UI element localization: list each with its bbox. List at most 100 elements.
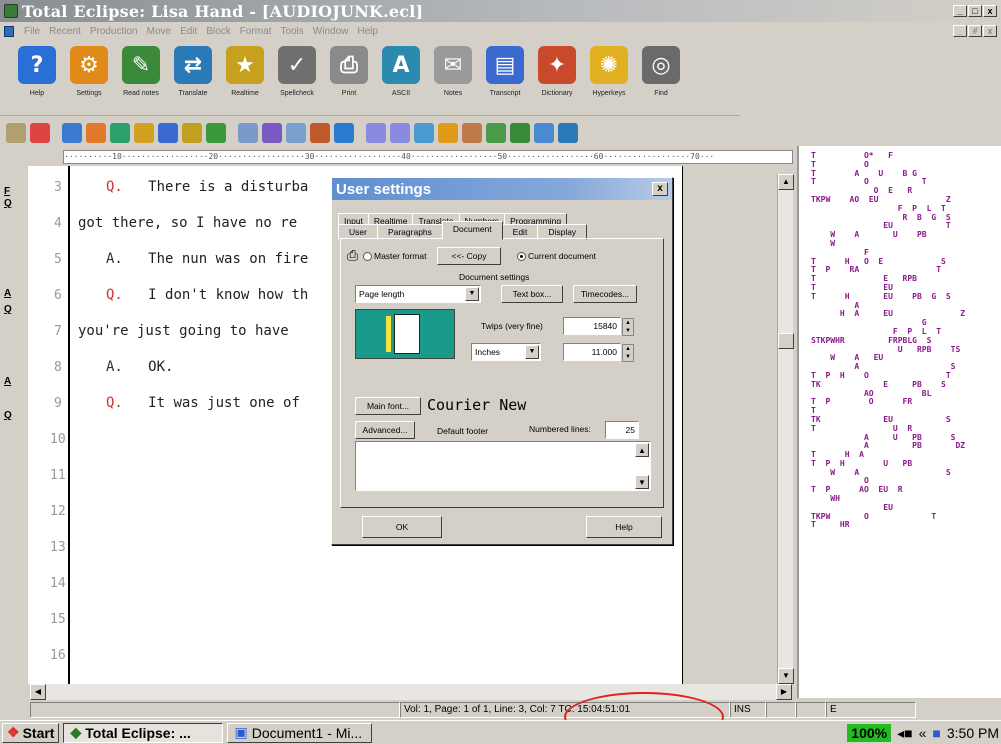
format-tool-icon[interactable] bbox=[238, 123, 258, 143]
vertical-scrollbar[interactable]: ▲ ▼ bbox=[777, 174, 794, 684]
menu-help[interactable]: Help bbox=[357, 26, 378, 37]
toolbar-label: Read notes bbox=[123, 90, 159, 97]
format-tool-icon[interactable] bbox=[414, 123, 434, 143]
format-tool-icon[interactable] bbox=[510, 123, 530, 143]
steno-notes-pane[interactable]: T O* F T O T A U B G T O T O E R TKPW AO… bbox=[797, 146, 1001, 698]
scroll-left-button[interactable]: ◀ bbox=[30, 684, 46, 700]
scroll-up-button[interactable]: ▲ bbox=[778, 174, 794, 190]
help-button[interactable]: Help bbox=[586, 516, 662, 538]
network-icon[interactable]: ◂■ bbox=[897, 725, 912, 742]
twips-input[interactable]: 15840 ▲ ▼ bbox=[563, 317, 634, 336]
menu-move[interactable]: Move bbox=[147, 26, 171, 37]
copy-button[interactable]: <<- Copy bbox=[437, 247, 501, 265]
format-tool-icon[interactable] bbox=[438, 123, 458, 143]
format-tool-icon[interactable] bbox=[6, 123, 26, 143]
transcript-line[interactable]: got there, so I have no re bbox=[78, 215, 297, 231]
toolbar-button-realtime[interactable]: ★ Realtime bbox=[222, 46, 268, 97]
format-tool-icon[interactable] bbox=[534, 123, 554, 143]
spinner-icon[interactable]: ▲ ▼ bbox=[622, 318, 634, 336]
toolbar-button-spellcheck[interactable]: ✓ Spellcheck bbox=[274, 46, 320, 97]
format-tool-icon[interactable] bbox=[182, 123, 202, 143]
scroll-thumb[interactable] bbox=[778, 333, 794, 349]
toolbar-button-settings[interactable]: ⚙ Settings bbox=[66, 46, 112, 97]
format-tool-icon[interactable] bbox=[110, 123, 130, 143]
menu-file[interactable]: File bbox=[24, 26, 40, 37]
menu-tools[interactable]: Tools bbox=[280, 26, 303, 37]
transcript-line[interactable]: Q. It was just one of bbox=[106, 395, 300, 411]
menu-recent[interactable]: Recent bbox=[49, 26, 81, 37]
toolbar-button-hyperkeys[interactable]: ✺ Hyperkeys bbox=[586, 46, 632, 97]
toolbar-button-transcript[interactable]: ▤ Transcript bbox=[482, 46, 528, 97]
maximize-button[interactable]: □ bbox=[968, 5, 982, 17]
format-tool-icon[interactable] bbox=[86, 123, 106, 143]
transcript-line[interactable]: Q. There is a disturba bbox=[106, 179, 308, 195]
transcript-line[interactable]: you're just going to have bbox=[78, 323, 289, 339]
toolbar-button-help[interactable]: ? Help bbox=[14, 46, 60, 97]
menu-window[interactable]: Window bbox=[313, 26, 349, 37]
textarea-scroll-down[interactable]: ▼ bbox=[635, 475, 649, 489]
format-tool-icon[interactable] bbox=[206, 123, 226, 143]
format-tool-icon[interactable] bbox=[366, 123, 386, 143]
ok-button[interactable]: OK bbox=[362, 516, 442, 538]
format-tool-icon[interactable] bbox=[310, 123, 330, 143]
format-tool-icon[interactable] bbox=[62, 123, 82, 143]
footer-textarea[interactable]: ▲ ▼ bbox=[355, 441, 651, 491]
advanced-button[interactable]: Advanced... bbox=[355, 421, 415, 439]
dropdown-arrow-icon[interactable]: ▼ bbox=[465, 287, 479, 301]
menu-block[interactable]: Block bbox=[206, 26, 230, 37]
format-tool-icon[interactable] bbox=[334, 123, 354, 143]
transcript-line[interactable]: A. OK. bbox=[106, 359, 173, 375]
tab-document[interactable]: Document bbox=[441, 221, 503, 240]
format-tool-icon[interactable] bbox=[390, 123, 410, 143]
ruler[interactable]: ··········10··················20········… bbox=[63, 150, 793, 164]
transcript-line[interactable]: Q. I don't know how th bbox=[106, 287, 308, 303]
current-document-radio[interactable]: Current document bbox=[517, 251, 596, 262]
menu-production[interactable]: Production bbox=[90, 26, 138, 37]
format-tool-icon[interactable] bbox=[158, 123, 178, 143]
format-tool-icon[interactable] bbox=[262, 123, 282, 143]
format-tool-icon[interactable] bbox=[486, 123, 506, 143]
text-box-button[interactable]: Text box... bbox=[501, 285, 563, 303]
task-document1[interactable]: ▣ Document1 - Mi... bbox=[227, 722, 373, 743]
dialog-title-bar[interactable]: User settings x bbox=[332, 178, 672, 200]
main-font-button[interactable]: Main font... bbox=[355, 397, 421, 415]
units-select[interactable]: Inches ▼ bbox=[471, 343, 541, 361]
format-tool-icon[interactable] bbox=[462, 123, 482, 143]
setting-select[interactable]: Page length ▼ bbox=[355, 285, 481, 303]
minimize-button[interactable]: _ bbox=[953, 5, 967, 17]
format-tool-icon[interactable] bbox=[134, 123, 154, 143]
toolbar-button-notes[interactable]: ✉ Notes bbox=[430, 46, 476, 97]
menu-edit[interactable]: Edit bbox=[180, 26, 197, 37]
dropdown-arrow-icon[interactable]: ▼ bbox=[525, 345, 539, 359]
document-icon[interactable] bbox=[4, 25, 14, 37]
start-button[interactable]: ❖ Start bbox=[2, 722, 60, 743]
menu-format[interactable]: Format bbox=[240, 26, 272, 37]
task-total-eclipse[interactable]: ◆ Total Eclipse: ... bbox=[63, 722, 224, 743]
format-tool-icon[interactable] bbox=[558, 123, 578, 143]
textarea-scroll-up[interactable]: ▲ bbox=[635, 443, 649, 457]
zoom-indicator[interactable]: 100% bbox=[847, 724, 892, 742]
doc-close-button[interactable]: x bbox=[983, 25, 997, 37]
scroll-down-button[interactable]: ▼ bbox=[778, 668, 794, 684]
scroll-right-button[interactable]: ▶ bbox=[776, 684, 792, 700]
toolbar-button-ascii[interactable]: A ASCII bbox=[378, 46, 424, 97]
timecodes-button[interactable]: Timecodes... bbox=[573, 285, 637, 303]
toolbar-button-print[interactable]: ⎙ Print bbox=[326, 46, 372, 97]
inches-input[interactable]: 11.000 ▲ ▼ bbox=[563, 343, 634, 362]
spinner-icon[interactable]: ▲ ▼ bbox=[622, 344, 634, 362]
numbered-lines-input[interactable]: 25 bbox=[605, 421, 639, 439]
toolbar-button-dictionary[interactable]: ✦ Dictionary bbox=[534, 46, 580, 97]
toolbar-button-translate[interactable]: ⇄ Translate bbox=[170, 46, 216, 97]
shield-tray-icon[interactable]: ■ bbox=[932, 725, 940, 741]
master-format-radio[interactable]: Master format bbox=[363, 251, 426, 262]
transcript-line[interactable]: A. The nun was on fire bbox=[106, 251, 308, 267]
dialog-close-button[interactable]: x bbox=[652, 182, 668, 196]
format-tool-icon[interactable] bbox=[286, 123, 306, 143]
close-button[interactable]: x bbox=[983, 5, 997, 17]
format-tool-icon[interactable] bbox=[30, 123, 50, 143]
chevron-left-icon[interactable]: « bbox=[919, 725, 927, 741]
doc-minimize-button[interactable]: _ bbox=[953, 25, 967, 37]
doc-restore-button[interactable]: # bbox=[968, 25, 982, 37]
toolbar-button-read-notes[interactable]: ✎ Read notes bbox=[118, 46, 164, 97]
toolbar-button-find[interactable]: ◎ Find bbox=[638, 46, 684, 97]
